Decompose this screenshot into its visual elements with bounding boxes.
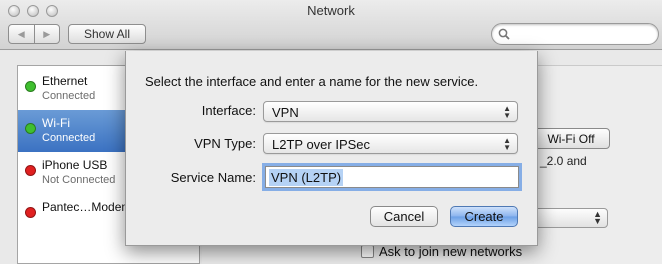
service-status: Not Connected <box>42 174 116 186</box>
ask-to-join-label: Ask to join new networks <box>379 244 523 259</box>
status-dot-icon <box>25 165 36 176</box>
create-button[interactable]: Create <box>450 206 518 227</box>
service-name: Ethernet <box>42 74 88 88</box>
vpn-type-value: L2TP over IPSec <box>272 137 371 152</box>
service-name-field[interactable]: VPN (L2TP) <box>265 166 519 188</box>
service-name: iPhone USB <box>42 158 108 172</box>
status-description-text: _2.0 and <box>540 154 587 168</box>
cancel-button[interactable]: Cancel <box>370 206 438 227</box>
new-service-sheet: Select the interface and enter a name fo… <box>125 51 538 246</box>
service-name-label: Service Name: <box>170 170 256 185</box>
sheet-message: Select the interface and enter a name fo… <box>145 74 479 89</box>
status-dot-icon <box>25 123 36 134</box>
network-name-popup[interactable]: ▲ ▼ <box>532 208 608 228</box>
service-name: Pantec…Modem <box>42 200 132 214</box>
up-down-arrows-icon: ▲ ▼ <box>503 136 511 152</box>
forward-arrow-icon[interactable]: ▶ <box>33 25 60 43</box>
show-all-button[interactable]: Show All <box>68 24 146 44</box>
interface-label: Interface: <box>201 103 256 118</box>
service-status: Connected <box>42 132 96 144</box>
window-titlebar: Network ◀ ▶ Show All <box>0 0 662 50</box>
service-name: Wi-Fi <box>42 116 70 130</box>
back-forward-control[interactable]: ◀ ▶ <box>8 24 60 44</box>
status-dot-icon <box>25 207 36 218</box>
up-down-arrows-icon: ▲ ▼ <box>503 104 511 120</box>
search-input[interactable] <box>491 23 659 45</box>
up-down-arrows-icon: ▲ ▼ <box>593 209 602 226</box>
back-arrow-icon[interactable]: ◀ <box>9 25 34 43</box>
window-title: Network <box>307 3 355 18</box>
interface-value: VPN <box>272 105 299 120</box>
vpn-type-popup[interactable]: L2TP over IPSec ▲ ▼ <box>263 133 518 154</box>
service-name-value: VPN (L2TP) <box>269 169 344 186</box>
wifi-off-button[interactable]: Wi-Fi Off <box>532 128 610 149</box>
search-icon <box>498 28 510 40</box>
vpn-type-label: VPN Type: <box>194 136 256 151</box>
interface-popup[interactable]: VPN ▲ ▼ <box>263 101 518 122</box>
status-dot-icon <box>25 81 36 92</box>
ask-to-join-checkbox[interactable] <box>361 245 374 258</box>
service-status: Connected <box>42 90 96 102</box>
